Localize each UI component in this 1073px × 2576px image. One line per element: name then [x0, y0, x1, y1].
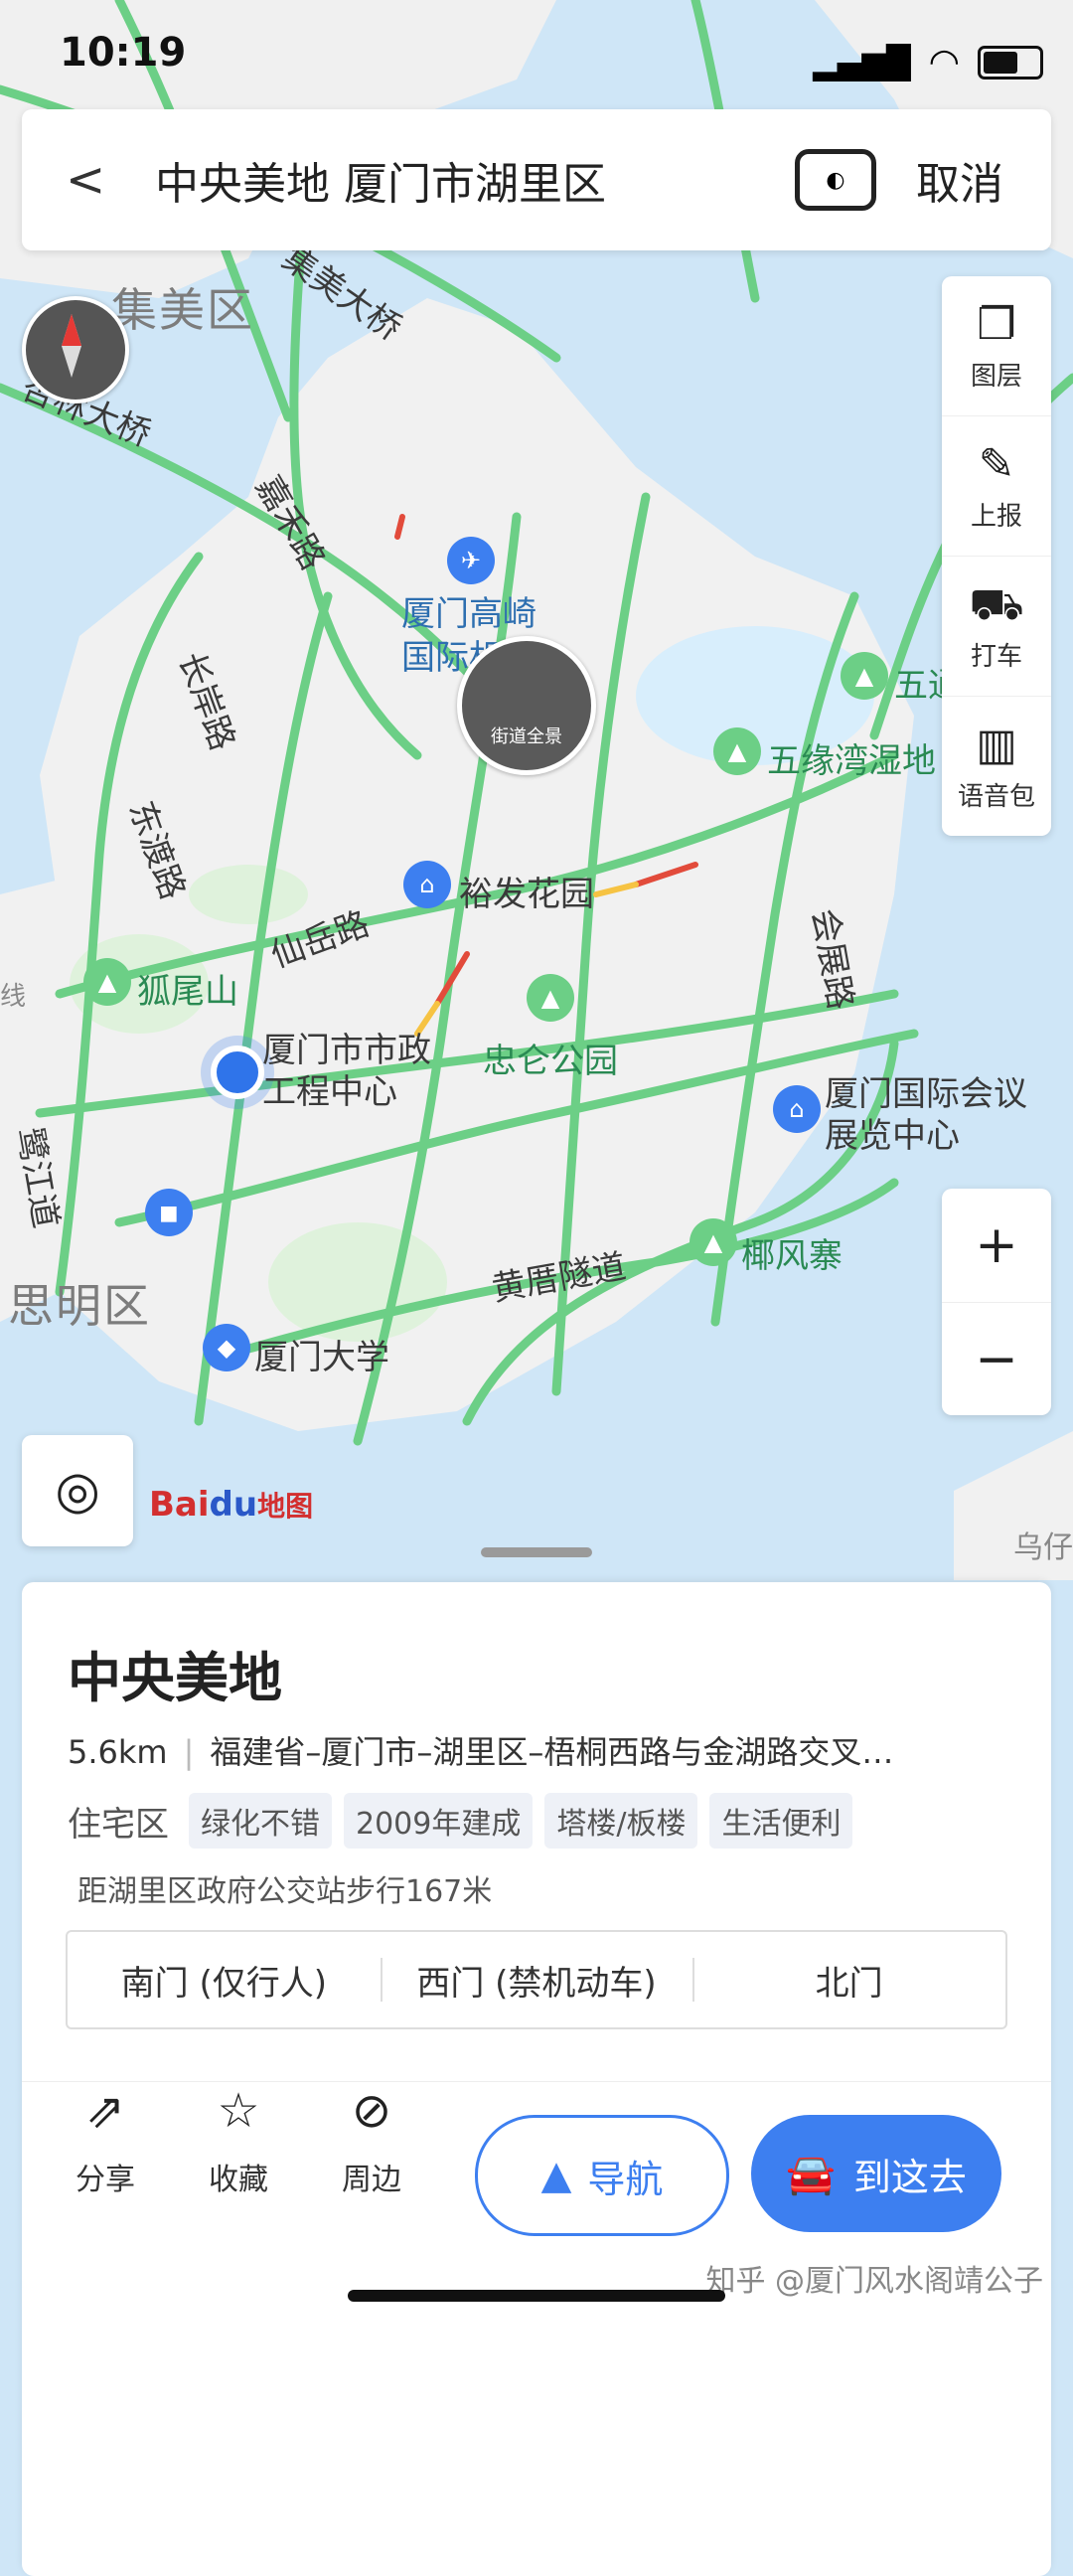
- nearby-button[interactable]: ⊘ 周边: [324, 2083, 419, 2198]
- voice-pack-icon: ▥: [976, 719, 1017, 770]
- report-label: 上报: [970, 501, 1022, 532]
- place-category: 住宅区: [68, 1804, 169, 1845]
- map-label-siming: 思明区: [8, 1279, 151, 1333]
- layers-button[interactable]: ❐ 图层: [942, 276, 1051, 416]
- place-tag: 2009年建成: [344, 1793, 534, 1849]
- logo-suffix: 地图: [257, 1490, 314, 1523]
- gate-selector: 南门 (仅行人) 西门 (禁机动车) 北门: [66, 1930, 1007, 2029]
- compass-icon[interactable]: [22, 296, 129, 403]
- current-location-marker: [211, 1046, 264, 1099]
- residence-icon: ⌂: [403, 861, 451, 908]
- map-label-wuyuan[interactable]: 五缘湾湿地: [767, 733, 936, 782]
- logo-bai: Bai: [149, 1485, 210, 1525]
- favorite-button[interactable]: ☆ 收藏: [191, 2083, 286, 2198]
- taxi-button[interactable]: ⛟ 打车: [942, 557, 1051, 697]
- airport-icon: ✈: [447, 537, 495, 584]
- edit-report-icon: ✎: [978, 438, 1015, 490]
- map-label-xmu[interactable]: 厦门大学: [254, 1330, 389, 1378]
- cancel-button[interactable]: 取消: [916, 148, 1003, 212]
- map-label-line: 线: [0, 982, 27, 1012]
- map-label-jimei: 集美区: [111, 283, 254, 337]
- search-query[interactable]: 中央美地 厦门市湖里区: [155, 148, 795, 212]
- street-view-thumbnail[interactable]: 街道全景: [457, 636, 596, 775]
- star-icon: ☆: [217, 2083, 260, 2139]
- back-icon[interactable]: <: [66, 152, 115, 208]
- favorite-label: 收藏: [209, 2163, 268, 2197]
- zoom-controls: + −: [942, 1189, 1051, 1415]
- map-label-huwei[interactable]: 狐尾山: [137, 964, 238, 1013]
- walk-info: 距湖里区政府公交站步行167米: [77, 1874, 493, 1909]
- place-tags: 住宅区 绿化不错 2009年建成 塔楼/板楼 生活便利: [68, 1793, 853, 1849]
- place-tag: 生活便利: [709, 1793, 853, 1849]
- go-here-label: 到这去: [852, 2155, 967, 2199]
- wifi-icon: ◠: [928, 42, 960, 82]
- layers-icon: ❐: [977, 298, 1016, 350]
- share-button[interactable]: ⇗ 分享: [58, 2083, 153, 2198]
- locate-icon: ◎: [55, 1461, 100, 1521]
- place-distance: 5.6km: [68, 1733, 168, 1771]
- voice-pack-label: 语音包: [957, 781, 1035, 812]
- battery-icon: [978, 45, 1043, 80]
- place-tag: 绿化不错: [189, 1793, 332, 1849]
- action-bar: ⇗ 分享 ☆ 收藏 ⊘ 周边: [58, 2083, 419, 2198]
- transit-icon: ◼: [145, 1189, 193, 1236]
- nearby-label: 周边: [342, 2163, 401, 2197]
- voice-pack-button[interactable]: ▥ 语音包: [942, 697, 1051, 836]
- map-label-yufa[interactable]: 裕发花园: [459, 867, 594, 915]
- panorama-icon[interactable]: ◐: [795, 149, 876, 211]
- map-label-yefeng[interactable]: 椰风寨: [741, 1228, 843, 1277]
- map-toolbar: ❐ 图层 ✎ 上报 ⛟ 打车 ▥ 语音包: [942, 276, 1051, 836]
- university-icon: ◆: [203, 1324, 250, 1371]
- place-name: 中央美地: [68, 1647, 282, 1709]
- place-address: 福建省–厦门市–湖里区–梧桐西路与金湖路交叉…: [210, 1733, 894, 1771]
- share-label: 分享: [76, 2163, 135, 2197]
- compass-icon: ⊘: [351, 2083, 392, 2139]
- layers-label: 图层: [970, 361, 1022, 392]
- map-label-wuyu: 乌仔: [1013, 1530, 1073, 1565]
- taxi-icon: ⛟: [969, 578, 1024, 630]
- locate-button[interactable]: ◎: [22, 1435, 133, 1546]
- share-icon: ⇗: [84, 2083, 126, 2139]
- park-icon: ▲: [83, 958, 131, 1006]
- map-label-zhonglun[interactable]: 忠仑公园: [483, 1034, 618, 1082]
- logo-du: du: [209, 1485, 258, 1525]
- divider: [22, 2081, 1051, 2082]
- search-bar[interactable]: < 中央美地 厦门市湖里区 ◐ 取消: [22, 109, 1051, 250]
- zoom-out-button[interactable]: −: [942, 1303, 1051, 1416]
- status-icons: ▂▄▆█ ◠: [813, 42, 1043, 82]
- car-icon: 🚘: [786, 2151, 836, 2197]
- park-icon: ▲: [527, 974, 574, 1022]
- gate-north[interactable]: 北门: [692, 1932, 1005, 2027]
- park-icon: ▲: [841, 652, 888, 700]
- baidu-map-logo: Baidu地图: [149, 1485, 313, 1525]
- report-button[interactable]: ✎ 上报: [942, 416, 1051, 557]
- navigation-arrow-icon: ▲: [540, 2153, 572, 2198]
- zoom-in-button[interactable]: +: [942, 1189, 1051, 1303]
- status-time: 10:19: [60, 30, 187, 76]
- museum-icon: ⌂: [773, 1085, 821, 1133]
- map-label-municipal[interactable]: 厦门市市政工程中心: [262, 1030, 461, 1113]
- gate-south[interactable]: 南门 (仅行人): [68, 1932, 381, 2027]
- navigate-label: 导航: [587, 2157, 664, 2201]
- street-view-label: 街道全景: [491, 726, 562, 747]
- place-meta: 5.6km | 福建省–厦门市–湖里区–梧桐西路与金湖路交叉…: [68, 1733, 894, 1771]
- map-label-expo[interactable]: 厦门国际会议展览中心: [825, 1073, 1043, 1157]
- signal-icon: ▂▄▆█: [813, 43, 911, 81]
- gate-west[interactable]: 西门 (禁机动车): [380, 1932, 693, 2027]
- watermark: 知乎 @厦门风水阁靖公子: [705, 2264, 1043, 2299]
- drag-handle[interactable]: [481, 1547, 592, 1557]
- park-icon: ▲: [690, 1218, 737, 1266]
- park-icon: ▲: [713, 727, 761, 775]
- home-indicator[interactable]: [348, 2290, 725, 2302]
- go-here-button[interactable]: 🚘 到这去: [751, 2115, 1001, 2232]
- place-tag: 塔楼/板楼: [544, 1793, 698, 1849]
- place-card: 中央美地 5.6km | 福建省–厦门市–湖里区–梧桐西路与金湖路交叉… 住宅区 绿…: [22, 1582, 1051, 2576]
- taxi-label: 打车: [970, 641, 1022, 672]
- navigate-button[interactable]: ▲ 导航: [475, 2115, 729, 2236]
